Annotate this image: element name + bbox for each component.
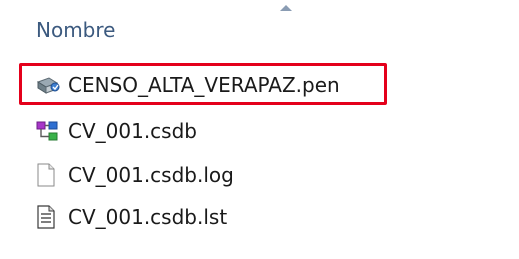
column-header-name[interactable]: Nombre xyxy=(36,18,115,42)
header-divider xyxy=(36,50,519,51)
file-name[interactable]: CV_001.csdb.lst xyxy=(68,205,227,229)
file-row[interactable]: CV_001.csdb xyxy=(30,113,197,149)
file-row[interactable]: CV_001.csdb.lst xyxy=(30,199,227,235)
file-row[interactable]: CV_001.csdb.log xyxy=(30,157,234,193)
file-name[interactable]: CV_001.csdb xyxy=(68,119,197,143)
csdb-file-icon xyxy=(30,119,68,143)
text-file-icon xyxy=(30,163,68,187)
file-name[interactable]: CV_001.csdb.log xyxy=(68,163,234,187)
sort-ascending-icon[interactable] xyxy=(280,5,292,11)
document-file-icon xyxy=(30,205,68,229)
file-list-pane: Nombre CENSO_ALTA_VERAPAZ.pen CV_001.csd… xyxy=(0,0,519,259)
highlight-box xyxy=(19,63,387,105)
